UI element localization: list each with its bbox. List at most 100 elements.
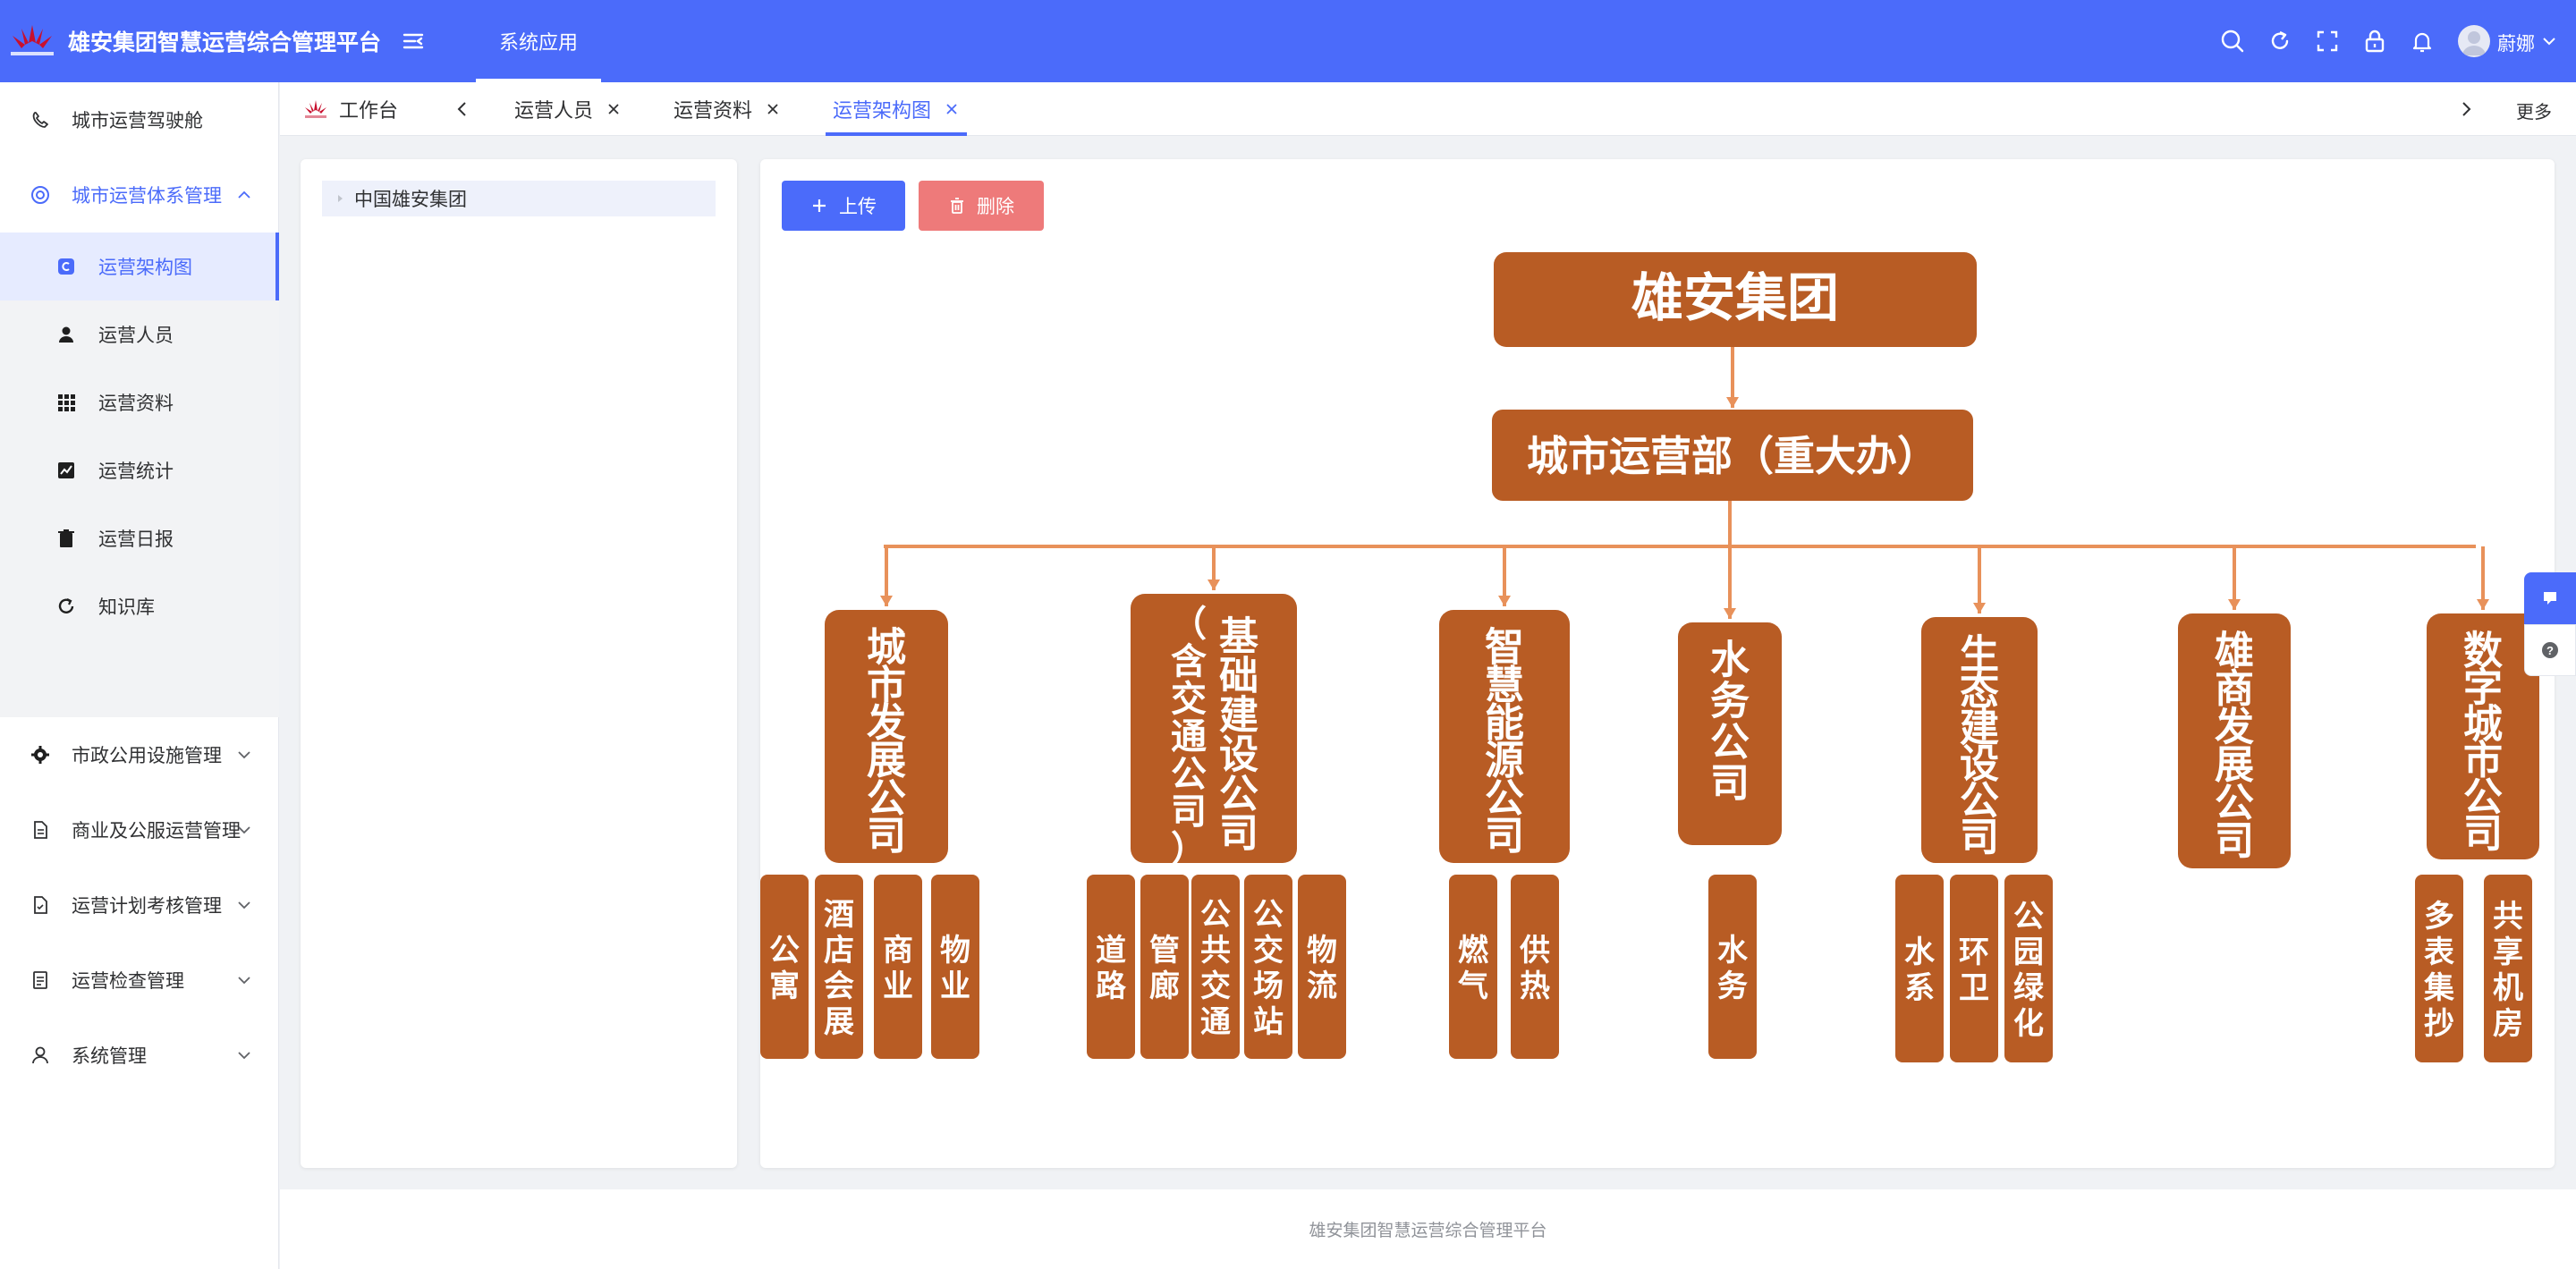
sidebar-subitem-label: 运营人员 <box>98 326 174 346</box>
document-icon <box>29 818 52 842</box>
org-unit-label: 公园绿化 <box>2013 899 2045 1042</box>
org-unit-label: 商业 <box>883 933 913 1004</box>
tabs-more-button[interactable]: 更多 <box>2516 97 2552 123</box>
org-unit-label: 公共交通 <box>1200 897 1231 1040</box>
org-unit-label: 水系 <box>1904 935 1936 1006</box>
org-unit-label: 公交场站 <box>1253 897 1284 1040</box>
sidebar-item-label: 运营计划考核管理 <box>72 896 222 917</box>
chevron-down-icon <box>238 751 250 759</box>
sidebar-item-plan-assessment[interactable]: 运营计划考核管理 <box>0 867 279 943</box>
gear-icon <box>29 743 52 766</box>
sidebar-subitem-label: 运营资料 <box>98 393 174 414</box>
org-icon <box>55 256 77 277</box>
connector-arrow <box>1498 596 1511 606</box>
chart-icon <box>55 460 77 481</box>
sidebar-subitem-materials[interactable]: 运营资料 <box>0 368 279 436</box>
chevron-down-icon <box>238 901 250 909</box>
chevron-left-icon[interactable] <box>452 98 473 120</box>
page-footer: 雄安集团智慧运营综合管理平台 <box>280 1189 2576 1269</box>
org-company-label: 城市发展公司 <box>867 625 906 859</box>
connector-arrow <box>880 596 893 606</box>
person-icon <box>55 324 77 345</box>
org-unit-label: 道路 <box>1096 933 1127 1004</box>
sidebar-item-commercial[interactable]: 商业及公服运营管理 <box>0 792 279 867</box>
username[interactable]: 蔚娜 <box>2497 30 2535 56</box>
connector-arrow <box>1724 608 1736 619</box>
sidebar-item-label: 运营检查管理 <box>72 971 184 992</box>
close-icon[interactable] <box>606 101 622 117</box>
sidebar-item-inspection[interactable]: 运营检查管理 <box>0 943 279 1018</box>
sidebar-item-municipal[interactable]: 市政公用设施管理 <box>0 717 279 792</box>
bell-icon[interactable] <box>2408 27 2436 55</box>
svg-text:?: ? <box>2546 644 2554 657</box>
content-panel: 上传 删除 雄安集团 城市运营部（重大办） 城市发展公司 公寓 酒店会展 商业 物业 基础建设… <box>760 159 2555 1168</box>
fullscreen-icon[interactable] <box>2313 27 2342 55</box>
org-company-label: 雄商发展公司 <box>2215 629 2254 865</box>
org-unit-label: 供热 <box>1519 933 1550 1004</box>
top-tab-system-apps[interactable]: 系统应用 <box>476 0 601 82</box>
target-icon <box>29 183 52 207</box>
tabs-bar: 工作台 运营人员 运营资料 运营架构图 更多 <box>280 82 2576 136</box>
company-logo <box>11 25 54 55</box>
menu-collapse-icon[interactable] <box>401 29 426 54</box>
org-unit-label: 管廊 <box>1149 933 1180 1004</box>
chevron-down-icon[interactable] <box>2538 30 2560 52</box>
sidebar-subitem-label: 运营统计 <box>98 461 174 482</box>
sidebar-subitem-staff[interactable]: 运营人员 <box>0 300 279 368</box>
sidebar-subitem-org-chart[interactable]: 运营架构图 <box>0 233 279 300</box>
close-icon[interactable] <box>765 101 781 117</box>
refresh-icon <box>55 596 77 617</box>
org-unit-label: 物业 <box>940 933 970 1004</box>
sidebar-item-system[interactable]: 系统管理 <box>0 1018 279 1093</box>
tab-staff[interactable]: 运营人员 <box>514 82 622 136</box>
help-float-button[interactable]: ? <box>2524 624 2576 676</box>
checklist-icon <box>29 893 52 917</box>
lock-icon[interactable] <box>2360 27 2389 55</box>
connector-arrow <box>2228 599 2241 610</box>
sidebar-item-label: 商业及公服运营管理 <box>72 821 241 842</box>
chevron-down-icon <box>238 826 250 834</box>
sidebar-subitem-daily-report[interactable]: 运营日报 <box>0 504 279 572</box>
chevron-right-icon[interactable] <box>2455 98 2477 120</box>
tab-label: 运营架构图 <box>833 99 932 122</box>
sidebar: 城市运营驾驶舱 城市运营体系管理 运营架构图 运营人员 运营资料 运营统计 运营… <box>0 82 279 1269</box>
tab-org-chart[interactable]: 运营架构图 <box>825 82 968 136</box>
chevron-up-icon <box>238 190 250 199</box>
org-unit-label: 多表集抄 <box>2423 899 2454 1042</box>
sidebar-item-ops-system[interactable]: 城市运营体系管理 <box>0 157 279 233</box>
tree-node-label: 中国雄安集团 <box>354 190 467 210</box>
sidebar-item-cockpit[interactable]: 城市运营驾驶舱 <box>0 82 279 157</box>
tab-materials[interactable]: 运营资料 <box>674 82 781 136</box>
user-avatar[interactable] <box>2458 25 2490 57</box>
tree-node-root[interactable]: 中国雄安集团 <box>322 181 716 216</box>
cockpit-icon <box>29 108 52 131</box>
trash-icon <box>55 528 77 549</box>
sidebar-subitem-knowledge-base[interactable]: 知识库 <box>0 572 279 640</box>
org-unit-label: 公寓 <box>769 933 800 1004</box>
caret-right-icon[interactable] <box>335 193 345 204</box>
org-company-label: 水务公司 <box>1710 638 1750 807</box>
org-company-box <box>1131 594 1297 863</box>
company-logo-icon <box>305 100 326 118</box>
org-root-label: 雄安集团 <box>1631 267 1839 328</box>
refresh-icon[interactable] <box>2266 27 2294 55</box>
tab-workbench[interactable]: 工作台 <box>303 82 398 136</box>
org-company-label: 智慧能源公司 <box>1485 625 1524 859</box>
tree-panel: 中国雄安集团 <box>301 159 737 1168</box>
connector-arrow <box>2477 599 2489 610</box>
file-list-icon <box>29 969 52 992</box>
connector-arrow <box>1973 603 1986 613</box>
search-icon[interactable] <box>2218 27 2247 55</box>
org-chart-image: 雄安集团城市运营部（重大办） 城市发展公司公寓酒店会展商业物业 基础建设公司 （含交通… <box>760 252 2539 1062</box>
close-icon[interactable] <box>944 101 960 117</box>
org-unit-label: 水务 <box>1717 933 1749 1004</box>
help-icon: ? <box>2542 642 2558 658</box>
sidebar-subitem-statistics[interactable]: 运营统计 <box>0 436 279 504</box>
feedback-float-button[interactable] <box>2524 572 2576 624</box>
org-company-note: （含交通公司） <box>1171 604 1207 870</box>
sidebar-item-label: 市政公用设施管理 <box>72 746 222 766</box>
sidebar-subitem-label: 运营日报 <box>98 529 174 550</box>
tab-label: 运营资料 <box>674 99 753 122</box>
comment-icon <box>2544 592 2556 605</box>
sidebar-item-label: 城市运营驾驶舱 <box>72 111 203 131</box>
